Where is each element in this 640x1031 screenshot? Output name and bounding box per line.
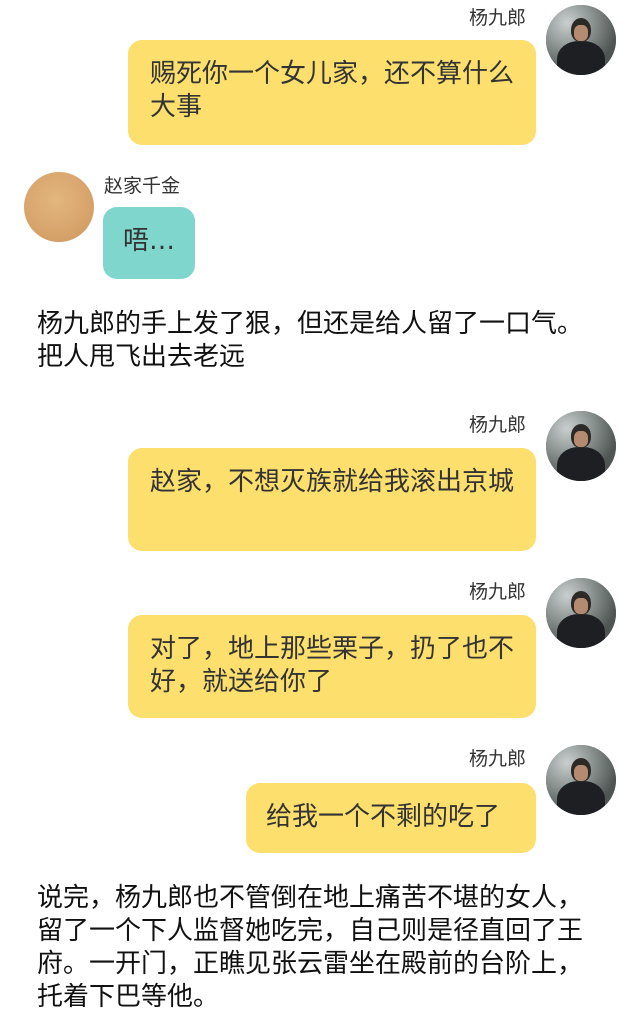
- avatar[interactable]: [546, 745, 616, 815]
- message-bubble: 赵家，不想灭族就给我滚出京城: [128, 448, 536, 551]
- message-bubble: 唔…: [103, 207, 195, 279]
- narration-text: 杨九郎的手上发了狠，但还是给人留了一口气。把人甩飞出去老远: [37, 309, 584, 372]
- speaker-name: 赵家千金: [104, 175, 181, 197]
- speaker-name: 杨九郎: [469, 748, 527, 770]
- avatar[interactable]: [546, 411, 616, 481]
- message-bubble: 赐死你一个女儿家，还不算什么大事: [128, 40, 536, 145]
- narration-text: 说完，杨九郎也不管倒在地上痛苦不堪的女人，留了一个下人监督她吃完，自己则是径直回…: [37, 883, 584, 1012]
- avatar[interactable]: [546, 5, 616, 75]
- avatar[interactable]: [24, 172, 94, 242]
- speaker-name: 杨九郎: [469, 414, 527, 436]
- message-bubble: 给我一个不剩的吃了: [246, 783, 536, 853]
- speaker-name: 杨九郎: [469, 7, 527, 29]
- message-bubble: 对了，地上那些栗子，扔了也不好，就送给你了: [128, 615, 536, 718]
- speaker-name: 杨九郎: [469, 581, 527, 603]
- avatar[interactable]: [546, 578, 616, 648]
